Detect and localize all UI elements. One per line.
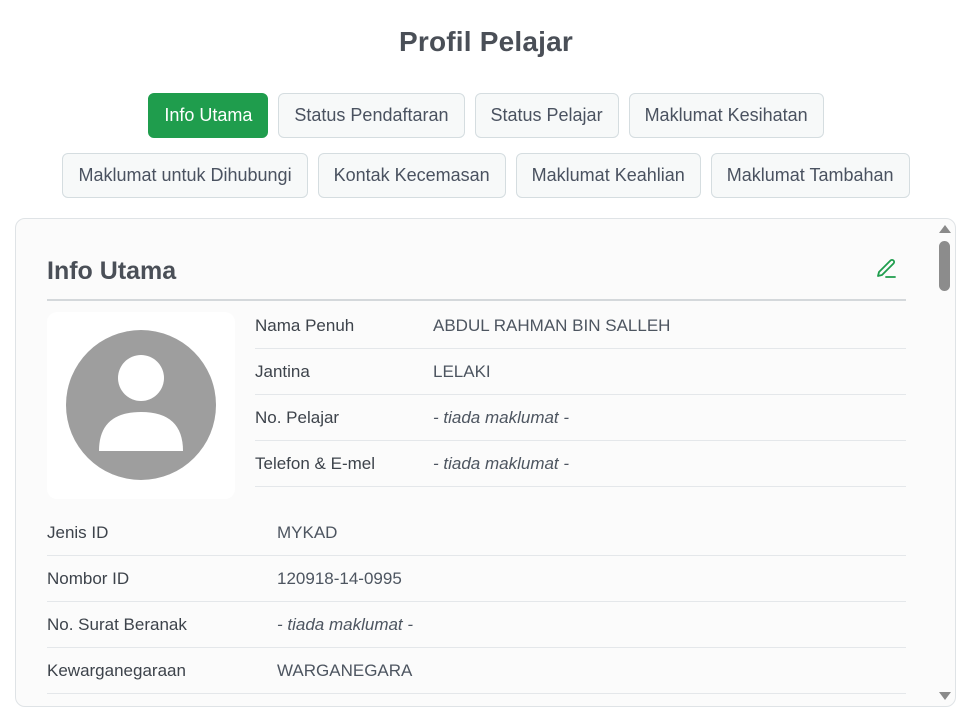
tab-kontak-kecemasan[interactable]: Kontak Kecemasan (317, 153, 506, 198)
tab-maklumat-untuk-dihubungi[interactable]: Maklumat untuk Dihubungi (62, 153, 308, 198)
tab-row-2: Maklumat untuk Dihubungi Kontak Kecemasa… (0, 153, 972, 198)
card-title: Info Utama (47, 257, 177, 285)
tab-maklumat-kesihatan[interactable]: Maklumat Kesihatan (628, 93, 824, 138)
field-value: MYKAD (277, 522, 338, 542)
field-label: Jenis ID (47, 522, 109, 542)
field-value: LELAKI (433, 361, 491, 381)
tab-maklumat-tambahan[interactable]: Maklumat Tambahan (710, 153, 910, 198)
title-divider (47, 299, 906, 301)
card-scrollbar[interactable] (937, 219, 953, 706)
field-row: Nombor ID 120918-14-0995 (47, 556, 906, 602)
info-utama-card: Info Utama Nama Penuh ABDUL RAHMAN BIN S… (15, 218, 956, 707)
tab-status-pendaftaran[interactable]: Status Pendaftaran (278, 93, 465, 138)
field-row: Nama Penuh ABDUL RAHMAN BIN SALLEH (255, 303, 906, 349)
tab-info-utama[interactable]: Info Utama (148, 93, 269, 138)
field-value: - tiada maklumat - (277, 614, 414, 634)
field-label: Telefon & E-mel (255, 453, 375, 473)
field-row: Kewarganegaraan WARGANEGARA (47, 648, 906, 694)
field-row: No. Surat Beranak - tiada maklumat - (47, 602, 906, 648)
field-label: No. Pelajar (255, 407, 340, 427)
page-title: Profil Pelajar (399, 26, 573, 57)
pencil-icon[interactable] (874, 257, 898, 281)
field-row: No. Pelajar - tiada maklumat - (255, 395, 906, 441)
field-row: Jenis ID MYKAD (47, 510, 906, 556)
tab-maklumat-keahlian[interactable]: Maklumat Keahlian (515, 153, 701, 198)
scroll-down-arrow-icon[interactable] (939, 692, 951, 700)
user-avatar-icon (66, 330, 216, 480)
field-row: Jantina LELAKI (255, 349, 906, 395)
field-value: ABDUL RAHMAN BIN SALLEH (433, 315, 671, 335)
field-label: No. Surat Beranak (47, 614, 187, 634)
field-list: Jenis ID MYKAD Nombor ID 120918-14-0995 … (47, 510, 906, 694)
field-value: 120918-14-0995 (277, 568, 402, 588)
field-value: WARGANEGARA (277, 660, 413, 680)
field-label: Nombor ID (47, 568, 130, 588)
side-field-list: Nama Penuh ABDUL RAHMAN BIN SALLEH Janti… (255, 303, 906, 487)
field-value: - tiada maklumat - (433, 407, 570, 427)
scroll-up-arrow-icon[interactable] (939, 225, 951, 233)
tab-row-1: Info Utama Status Pendaftaran Status Pel… (0, 93, 972, 138)
avatar (47, 312, 235, 499)
field-label: Kewarganegaraan (47, 660, 186, 680)
tab-status-pelajar[interactable]: Status Pelajar (474, 93, 619, 138)
scroll-thumb[interactable] (939, 241, 950, 291)
field-value: - tiada maklumat - (433, 453, 570, 473)
field-label: Nama Penuh (255, 315, 355, 335)
field-label: Jantina (255, 361, 310, 381)
field-row: Telefon & E-mel - tiada maklumat - (255, 441, 906, 487)
